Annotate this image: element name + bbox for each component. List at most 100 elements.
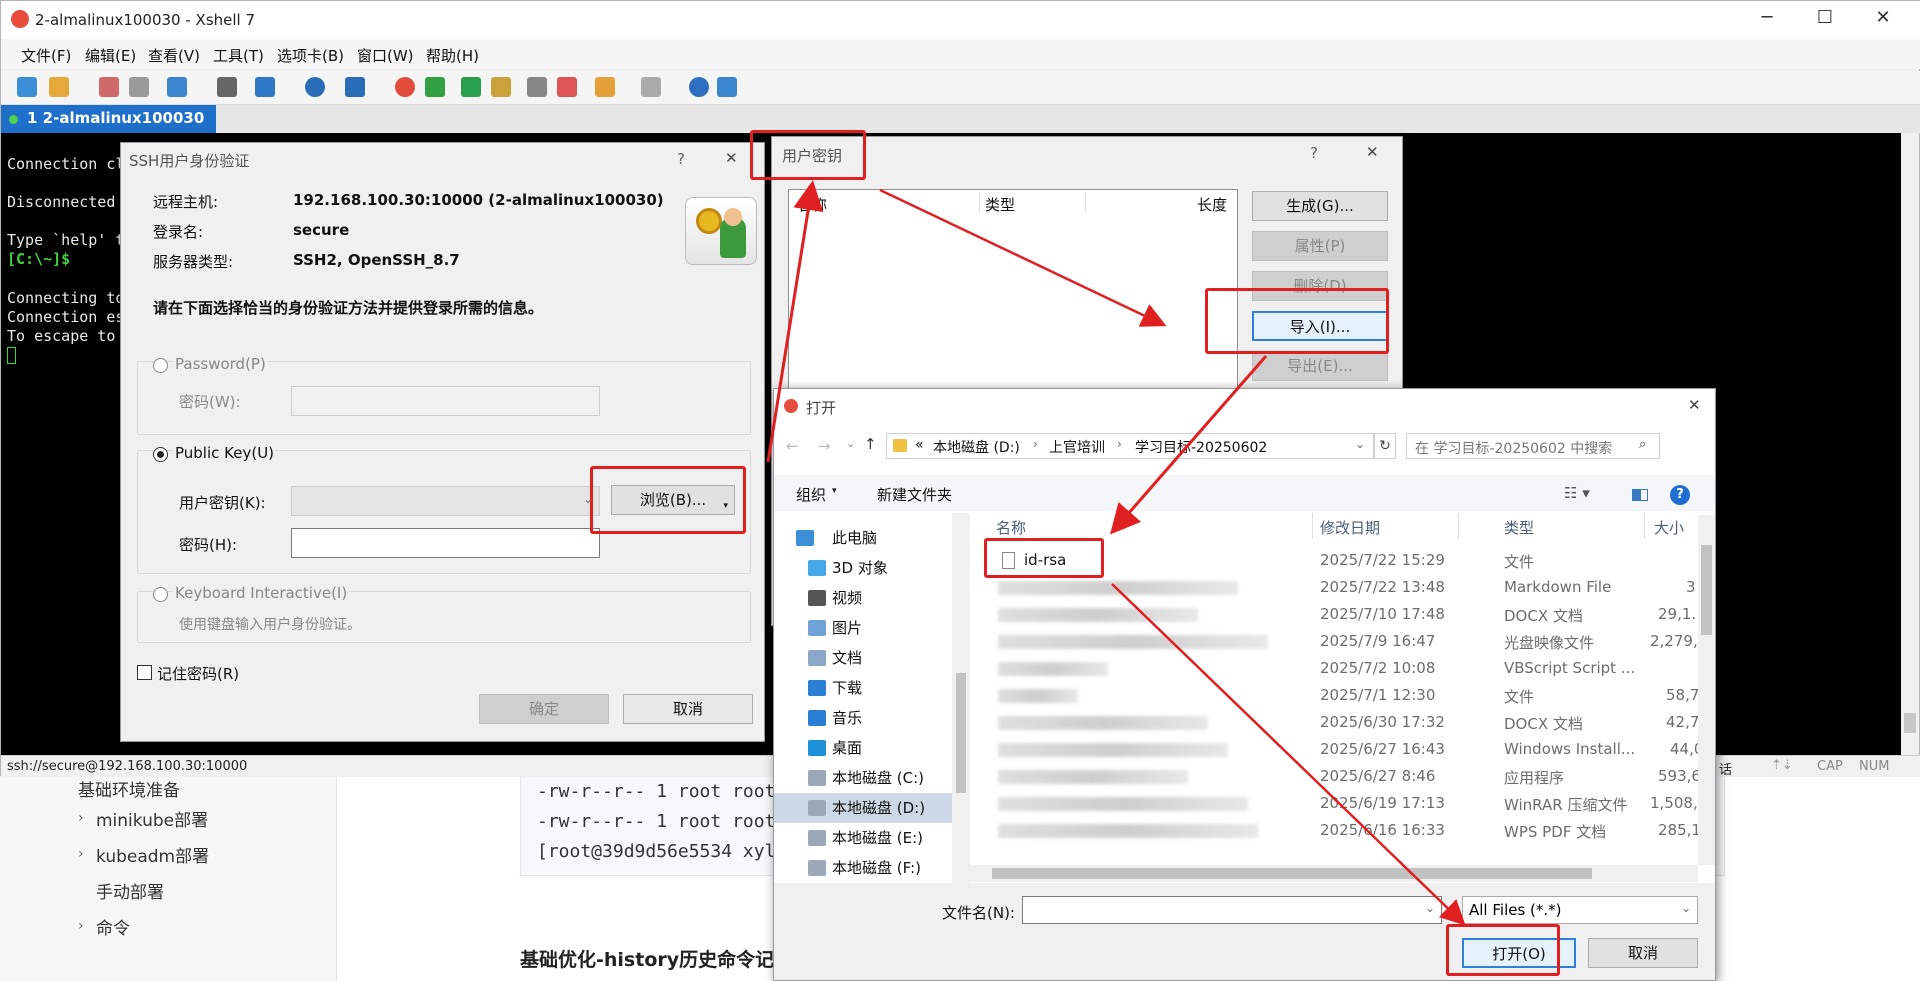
- bg-sidebar-item[interactable]: 基础环境准备: [78, 776, 180, 801]
- column-header-length[interactable]: 长度: [1197, 194, 1227, 215]
- help-button[interactable]: ?: [677, 150, 685, 168]
- help-icon[interactable]: ?: [1670, 485, 1690, 505]
- scrollbar[interactable]: [1901, 133, 1919, 755]
- xshell-icon[interactable]: [395, 77, 415, 97]
- cancel-button[interactable]: 取消: [1588, 938, 1698, 968]
- help-button[interactable]: ?: [1310, 144, 1318, 162]
- password-input[interactable]: [291, 386, 600, 416]
- user-key-select[interactable]: ⌄: [291, 486, 600, 516]
- search-icon[interactable]: ⌕: [1639, 437, 1646, 452]
- scrollbar-thumb[interactable]: [992, 868, 1592, 879]
- remember-checkbox[interactable]: [137, 665, 152, 680]
- password-radio[interactable]: [153, 358, 168, 373]
- settings-icon[interactable]: [167, 77, 187, 97]
- bg-sidebar-item[interactable]: kubeadm部署: [96, 842, 209, 867]
- refresh-icon[interactable]: ↻: [1374, 433, 1396, 459]
- fullscreen-icon[interactable]: [461, 77, 481, 97]
- scrollbar-thumb[interactable]: [956, 673, 966, 793]
- file-list-hscrollbar[interactable]: [970, 865, 1698, 882]
- add-tab-icon[interactable]: [595, 77, 615, 97]
- menu-help[interactable]: 帮助(H): [426, 45, 479, 66]
- open-folder-icon[interactable]: [49, 77, 69, 97]
- keyboard-icon[interactable]: [527, 77, 547, 97]
- chevron-down-icon[interactable]: ⌄: [1355, 437, 1365, 451]
- disconnect-icon[interactable]: [129, 77, 149, 97]
- highlight-icon[interactable]: [557, 77, 577, 97]
- file-list-scrollbar[interactable]: [1698, 515, 1715, 865]
- passphrase-input[interactable]: [291, 528, 600, 558]
- search-icon[interactable]: [217, 77, 237, 97]
- tab-session[interactable]: 1 2-almalinux100030: [1, 105, 216, 133]
- nav-downloads[interactable]: 下载: [832, 677, 862, 698]
- column-header-type[interactable]: 类型: [1504, 517, 1534, 538]
- column-header-type[interactable]: 类型: [985, 194, 1015, 215]
- path-segment[interactable]: 学习目标-20250602: [1135, 437, 1267, 457]
- keyboard-radio[interactable]: [153, 587, 168, 602]
- help-icon[interactable]: [689, 77, 709, 97]
- chat-icon[interactable]: [717, 77, 737, 97]
- path-segment[interactable]: 上官培训: [1049, 437, 1105, 457]
- font-icon[interactable]: [345, 77, 365, 97]
- nav-drive-c[interactable]: 本地磁盘 (C:): [832, 767, 924, 788]
- properties-button[interactable]: 属性(P): [1252, 231, 1388, 261]
- nav-pictures[interactable]: 图片: [832, 617, 862, 638]
- view-options-icon[interactable]: ☷ ▾: [1564, 484, 1590, 502]
- close-icon[interactable]: ✕: [1863, 7, 1903, 33]
- lock-icon[interactable]: [491, 77, 511, 97]
- column-header-name[interactable]: 名称: [797, 194, 827, 215]
- organize-button[interactable]: 组织: [796, 484, 826, 505]
- path-segment[interactable]: 本地磁盘 (D:): [933, 437, 1020, 457]
- menu-window[interactable]: 窗口(W): [357, 45, 414, 66]
- path-overflow[interactable]: «: [915, 437, 924, 453]
- nav-music[interactable]: 音乐: [832, 707, 862, 728]
- nav-drive-f[interactable]: 本地磁盘 (F:): [832, 857, 921, 878]
- menu-tools[interactable]: 工具(T): [213, 45, 264, 66]
- xftp-icon[interactable]: [425, 77, 445, 97]
- export-button[interactable]: 导出(E)...: [1252, 351, 1388, 381]
- scrollbar-thumb[interactable]: [1904, 713, 1916, 733]
- nav-3d-objects[interactable]: 3D 对象: [832, 557, 888, 578]
- close-button[interactable]: ✕: [1688, 396, 1701, 414]
- menu-view[interactable]: 查看(V): [148, 45, 200, 66]
- nav-scrollbar[interactable]: [952, 513, 970, 883]
- globe-icon[interactable]: [305, 77, 325, 97]
- nav-drive-e[interactable]: 本地磁盘 (E:): [832, 827, 923, 848]
- recent-dropdown-icon[interactable]: ⌄: [846, 437, 855, 450]
- menu-edit[interactable]: 编辑(E): [85, 45, 136, 66]
- filename-input[interactable]: ⌄: [1022, 896, 1442, 924]
- minimize-icon[interactable]: ─: [1747, 7, 1787, 33]
- search-box[interactable]: 在 学习目标-20250602 中搜索 ⌕: [1406, 433, 1660, 459]
- new-folder-button[interactable]: 新建文件夹: [877, 484, 952, 505]
- scrollbar-thumb[interactable]: [1701, 545, 1712, 635]
- generate-button[interactable]: 生成(G)...: [1252, 191, 1388, 221]
- close-button[interactable]: ✕: [725, 149, 738, 167]
- close-button[interactable]: ✕: [1366, 143, 1379, 161]
- nav-videos[interactable]: 视频: [832, 587, 862, 608]
- nav-this-pc[interactable]: 此电脑: [832, 527, 877, 548]
- preview-pane-icon[interactable]: [1632, 489, 1648, 501]
- nav-documents[interactable]: 文档: [832, 647, 862, 668]
- public-key-radio[interactable]: [153, 447, 168, 462]
- column-header-name[interactable]: 名称: [996, 517, 1026, 538]
- nav-drive-d[interactable]: 本地磁盘 (D:): [832, 797, 925, 818]
- cancel-button[interactable]: 取消: [623, 694, 753, 724]
- up-arrow-icon[interactable]: ↑: [864, 435, 877, 453]
- layout-icon[interactable]: [255, 77, 275, 97]
- connect-icon[interactable]: [99, 77, 119, 97]
- back-arrow-icon[interactable]: ←: [786, 437, 799, 455]
- menu-file[interactable]: 文件(F): [21, 45, 71, 66]
- menu-tabs[interactable]: 选项卡(B): [277, 45, 344, 66]
- forward-arrow-icon[interactable]: →: [818, 437, 831, 455]
- ok-button[interactable]: 确定: [479, 694, 609, 724]
- new-session-icon[interactable]: [17, 77, 37, 97]
- address-bar[interactable]: « 本地磁盘 (D:) › 上官培训 › 学习目标-20250602 ⌄: [886, 433, 1374, 459]
- nav-desktop[interactable]: 桌面: [832, 737, 862, 758]
- column-header-size[interactable]: 大小: [1654, 517, 1684, 538]
- bg-sidebar-item[interactable]: minikube部署: [96, 806, 208, 831]
- maximize-icon[interactable]: ☐: [1805, 7, 1845, 33]
- bg-sidebar-item[interactable]: 命令: [96, 914, 130, 939]
- column-header-date[interactable]: 修改日期: [1320, 517, 1380, 538]
- tile-icon[interactable]: [641, 77, 661, 97]
- bg-sidebar-item[interactable]: 手动部署: [96, 878, 164, 903]
- file-type-select[interactable]: All Files (*.*) ⌄: [1462, 896, 1698, 924]
